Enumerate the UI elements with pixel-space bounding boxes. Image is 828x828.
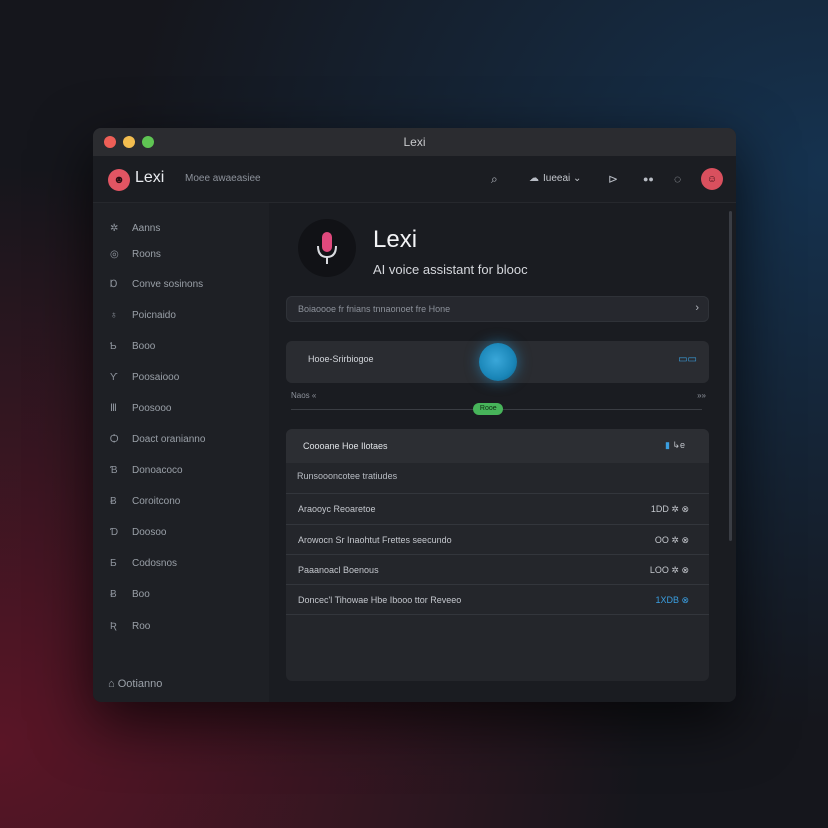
home-icon: ⌂ <box>108 678 115 690</box>
reports-icon: Ʀ <box>110 621 117 632</box>
captions-icon[interactable]: ▭▭ <box>678 354 697 365</box>
contacts-icon: Ɓ <box>110 465 118 476</box>
list-item[interactable]: Araooyc Reoaretoe 1DD ✲ ⊗ <box>286 493 709 524</box>
sidebar-item-label: Roo <box>132 621 151 632</box>
app-subtitle: Moee awaeasiee <box>185 173 261 184</box>
list-item-title: Doncec'l Tihowae Hbe Ibooo ttor Reveeo <box>298 595 462 605</box>
assistant-title: Lexi <box>373 226 418 253</box>
sidebar-footer-label: Ootianno <box>117 678 163 690</box>
box-icon: Ƀ <box>110 589 117 600</box>
sidebar-item-7[interactable]: Ѻ Doact oranianno <box>110 434 205 450</box>
main-content: Lexi AI voice assistant for blooc Boiaoo… <box>269 203 736 702</box>
list-panel: Coooane Hoe Ilotaes ▮ ↳e Runsoooncotee t… <box>286 429 709 681</box>
sidebar-item-label: Donoacoco <box>132 465 183 476</box>
list-header: Coooane Hoe Ilotaes ▮ ↳e <box>286 429 709 463</box>
cloud-icon: ☁ <box>529 173 539 184</box>
sidebar-item-9[interactable]: Ƀ Coroitcono <box>110 496 180 512</box>
broadcast-icon[interactable]: ⊳ <box>608 172 618 186</box>
sidebar-footer[interactable]: ⌂ Ootianno <box>108 678 162 690</box>
sidebar-item-3[interactable]: ♁ Poicnaido <box>110 310 176 326</box>
chat-icon[interactable]: ◌ <box>674 172 681 186</box>
list-item-value: 1DD ✲ ⊗ <box>650 504 689 514</box>
list-item-value: LOO ✲ ⊗ <box>649 565 689 575</box>
list-item[interactable]: Paaanoacl Boenous LOO ✲ ⊗ <box>286 554 709 585</box>
search-icon[interactable]: ⌕ <box>491 172 498 187</box>
sidebar-item-label: Doosoo <box>132 527 167 538</box>
list-item[interactable]: Arowocn Sr Inaohtut Frettes seecundo OO … <box>286 524 709 555</box>
progress-end-label: »» <box>697 391 706 400</box>
list-item-title: Paaanoacl Boenous <box>298 565 379 575</box>
settings-icon: Ƀ <box>110 496 117 507</box>
chevron-right-icon[interactable]: › <box>695 302 699 314</box>
search-input[interactable]: Boiaoooe fr fnians tnnaonoet fre Hone › <box>286 296 709 322</box>
list-header-actions[interactable]: ▮ ↳e <box>665 440 685 451</box>
list-title: Coooane Hoe Ilotaes <box>303 441 388 451</box>
sidebar-item-label: Poosooo <box>132 403 172 414</box>
sidebar-item-label: Conve sosinons <box>132 279 204 290</box>
users-icon[interactable]: ●● <box>643 174 654 184</box>
sidebar-item-label: Coroitcono <box>132 496 181 507</box>
language-dropdown[interactable]: Iueeai ⌄ <box>543 173 581 184</box>
list-item[interactable]: Doncec'l Tihowae Hbe Ibooo ttor Reveeo 1… <box>286 584 709 615</box>
sidebar-item-11[interactable]: Ƃ Codosnos <box>110 558 177 574</box>
target-icon: ◎ <box>110 249 119 260</box>
microphone-button[interactable] <box>298 219 356 277</box>
sidebar-item-label: Codosnos <box>132 558 178 569</box>
app-header: ☻ Lexi Moee awaeasiee ⌕ ☁ Iueeai ⌄ ⊳ ●● … <box>93 156 736 203</box>
progress-start-label: Naos « <box>291 391 317 400</box>
list-item-title: Araooyc Reoaretoe <box>298 504 376 514</box>
voice-label: Hooe-Srirbiogoe <box>308 354 374 364</box>
sidebar-item-0[interactable]: ✲ Aanns <box>110 223 160 239</box>
sidebar-item-2[interactable]: Ɒ Conve sosinons <box>110 279 203 295</box>
sidebar-item-1[interactable]: ◎ Roons <box>110 249 161 265</box>
sidebar-item-label: Doact oranianno <box>132 434 206 445</box>
voice-card: Hooe-Srirbiogoe ▭▭ <box>286 341 709 383</box>
code-icon: Ƃ <box>110 558 117 569</box>
sidebar-item-label: Poosaiooo <box>132 372 180 383</box>
microphone-icon <box>317 232 337 264</box>
sidebar-item-label: Booo <box>132 341 156 352</box>
voice-orb-button[interactable] <box>479 343 517 381</box>
sidebar-item-6[interactable]: Ⅲ Poosooo <box>110 403 171 419</box>
sidebar-item-label: Boo <box>132 589 150 600</box>
sidebar-item-5[interactable]: Ƴ Poosaiooo <box>110 372 179 388</box>
globe-icon: ♁ <box>110 310 118 321</box>
conversations-icon: Ɒ <box>110 279 118 290</box>
scrollbar[interactable] <box>729 211 732 541</box>
avatar[interactable]: ☺ <box>701 168 723 190</box>
app-window: Lexi ☻ Lexi Moee awaeasiee ⌕ ☁ Iueeai ⌄ … <box>93 128 736 702</box>
devices-icon: Ɗ <box>110 527 119 538</box>
sidebar-item-label: Roons <box>132 249 161 260</box>
app-logo-icon: ☻ <box>108 169 130 191</box>
list-subheader: Runsoooncotee tratiudes <box>297 471 398 481</box>
list-divider <box>286 614 709 615</box>
book-icon: Ƅ <box>110 341 117 352</box>
sidebar-item-12[interactable]: Ƀ Boo <box>110 589 150 605</box>
title-bar: Lexi <box>93 128 736 156</box>
window-title: Lexi <box>403 135 426 149</box>
list-item-title: Arowocn Sr Inaohtut Frettes seecundo <box>298 535 452 545</box>
bars-icon: Ⅲ <box>110 403 117 414</box>
assistant-subtitle: AI voice assistant for blooc <box>373 262 528 277</box>
list-item-value: 1XDB ⊗ <box>655 595 689 605</box>
sidebar-item-label: Poicnaido <box>132 310 176 321</box>
sidebar-item-4[interactable]: Ƅ Booo <box>110 341 155 357</box>
progress-badge[interactable]: Rooe <box>473 403 504 415</box>
search-placeholder: Boiaoooe fr fnians tnnaonoet fre Hone <box>298 304 451 314</box>
document-icon: Ѻ <box>110 434 119 445</box>
list-header-action-label: ↳e <box>672 440 685 450</box>
app-name: Lexi <box>135 169 165 186</box>
bookmark-icon: ▮ <box>664 440 670 450</box>
list-item-value: OO ✲ ⊗ <box>654 535 689 545</box>
sidebar-item-8[interactable]: Ɓ Donoacoco <box>110 465 183 481</box>
sidebar-item-label: Aanns <box>132 223 161 234</box>
sidebar: ✲ Aanns ◎ Roons Ɒ Conve sosinons ♁ Poicnaido… <box>93 203 269 702</box>
sidebar-item-10[interactable]: Ɗ Doosoo <box>110 527 166 543</box>
star-icon: ✲ <box>110 223 119 234</box>
filter-icon: Ƴ <box>110 372 118 383</box>
sidebar-item-13[interactable]: Ʀ Roo <box>110 621 150 637</box>
